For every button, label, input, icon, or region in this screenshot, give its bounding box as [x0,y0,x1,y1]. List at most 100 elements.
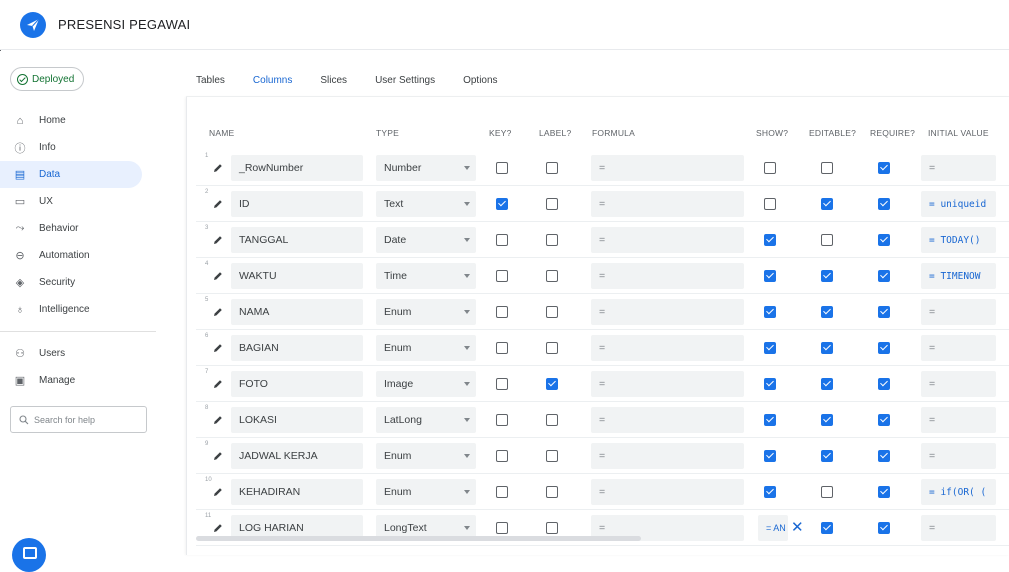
sidebar-item-home[interactable]: ⌂ Home [0,107,142,134]
initial-value-field[interactable]: = if(OR( ( [921,479,996,505]
sidebar-item-ux[interactable]: ▭ UX [0,188,142,215]
label-checkbox[interactable] [546,486,558,498]
column-name-field[interactable]: KEHADIRAN [231,479,363,505]
label-checkbox[interactable] [546,414,558,426]
column-name-field[interactable]: TANGGAL [231,227,363,253]
pencil-icon[interactable] [212,306,224,318]
key-checkbox[interactable] [496,486,508,498]
column-name-field[interactable]: ID [231,191,363,217]
initial-value-field[interactable]: = [921,371,996,397]
column-type-select[interactable]: Number [376,155,476,181]
formula-field[interactable]: = [591,191,744,217]
close-icon[interactable]: ✕ [791,518,804,536]
label-checkbox[interactable] [546,234,558,246]
require-checkbox[interactable] [878,162,890,174]
sidebar-item-security[interactable]: ◈ Security [0,269,142,296]
show-checkbox[interactable] [764,234,776,246]
show-checkbox[interactable] [764,162,776,174]
formula-field[interactable]: = [591,407,744,433]
initial-value-field[interactable]: = [921,155,996,181]
tab-columns[interactable]: Columns [253,71,292,98]
label-checkbox[interactable] [546,162,558,174]
label-checkbox[interactable] [546,306,558,318]
key-checkbox[interactable] [496,306,508,318]
label-checkbox[interactable] [546,522,558,534]
sidebar-item-info[interactable]: ⓘ Info [0,134,142,161]
editable-checkbox[interactable] [821,270,833,282]
label-checkbox[interactable] [546,378,558,390]
column-type-select[interactable]: Date [376,227,476,253]
column-name-field[interactable]: LOKASI [231,407,363,433]
column-type-select[interactable]: Time [376,263,476,289]
column-type-select[interactable]: Image [376,371,476,397]
show-checkbox[interactable] [764,414,776,426]
sidebar-item-data[interactable]: ▤ Data [0,161,142,188]
show-checkbox[interactable] [764,198,776,210]
formula-field[interactable]: = [591,155,744,181]
label-checkbox[interactable] [546,270,558,282]
column-type-select[interactable]: Enum [376,443,476,469]
editable-checkbox[interactable] [821,486,833,498]
chat-fab-button[interactable] [12,538,46,572]
require-checkbox[interactable] [878,486,890,498]
require-checkbox[interactable] [878,270,890,282]
pencil-icon[interactable] [212,162,224,174]
column-type-select[interactable]: Enum [376,335,476,361]
formula-field[interactable]: = [591,335,744,361]
pencil-icon[interactable] [212,234,224,246]
show-checkbox[interactable] [764,378,776,390]
search-help-input[interactable]: Search for help [10,406,147,433]
column-name-field[interactable]: JADWAL KERJA [231,443,363,469]
initial-value-field[interactable]: = [921,443,996,469]
formula-field[interactable]: = [591,479,744,505]
formula-field[interactable]: = [591,227,744,253]
column-name-field[interactable]: WAKTU [231,263,363,289]
column-name-field[interactable]: NAMA [231,299,363,325]
sidebar-item-users[interactable]: ⚇ Users [0,340,142,367]
deployed-status-chip[interactable]: Deployed [10,67,85,91]
show-checkbox[interactable] [764,306,776,318]
editable-checkbox[interactable] [821,522,833,534]
show-formula-field[interactable]: = AN [758,515,788,541]
formula-field[interactable]: = [591,371,744,397]
key-checkbox[interactable] [496,342,508,354]
require-checkbox[interactable] [878,522,890,534]
tab-slices[interactable]: Slices [320,71,347,97]
tab-tables[interactable]: Tables [196,71,225,97]
key-checkbox[interactable] [496,414,508,426]
require-checkbox[interactable] [878,198,890,210]
column-type-select[interactable]: Text [376,191,476,217]
key-checkbox[interactable] [496,378,508,390]
require-checkbox[interactable] [878,414,890,426]
app-logo-icon[interactable] [20,11,46,38]
pencil-icon[interactable] [212,198,224,210]
editable-checkbox[interactable] [821,414,833,426]
pencil-icon[interactable] [212,486,224,498]
require-checkbox[interactable] [878,450,890,462]
formula-field[interactable]: = [591,299,744,325]
formula-field[interactable]: = [591,443,744,469]
initial-value-field[interactable]: = TIMENOW [921,263,996,289]
editable-checkbox[interactable] [821,342,833,354]
pencil-icon[interactable] [212,270,224,282]
column-type-select[interactable]: Enum [376,479,476,505]
show-checkbox[interactable] [764,450,776,462]
show-checkbox[interactable] [764,486,776,498]
key-checkbox[interactable] [496,162,508,174]
formula-field[interactable]: = [591,263,744,289]
initial-value-field[interactable]: = [921,515,996,541]
require-checkbox[interactable] [878,234,890,246]
horizontal-scrollbar[interactable] [196,536,641,541]
key-checkbox[interactable] [496,198,508,210]
initial-value-field[interactable]: = [921,335,996,361]
label-checkbox[interactable] [546,342,558,354]
column-name-field[interactable]: BAGIAN [231,335,363,361]
editable-checkbox[interactable] [821,162,833,174]
key-checkbox[interactable] [496,270,508,282]
sidebar-item-automation[interactable]: ⊖ Automation [0,242,142,269]
pencil-icon[interactable] [212,450,224,462]
tab-user-settings[interactable]: User Settings [375,71,435,97]
sidebar-item-behavior[interactable]: ⤳ Behavior [0,215,142,242]
pencil-icon[interactable] [212,522,224,534]
initial-value-field[interactable]: = [921,299,996,325]
